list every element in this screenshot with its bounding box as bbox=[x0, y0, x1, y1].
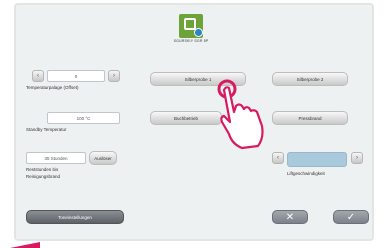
lift-minus-button[interactable]: ‹ bbox=[272, 152, 284, 164]
check-icon: ✓ bbox=[346, 211, 356, 223]
rest-hours-label-2: Reinigungsbrand bbox=[26, 174, 61, 179]
accent-corner bbox=[10, 242, 40, 248]
rest-hours-field[interactable]: 35 Stunden bbox=[26, 152, 86, 164]
standby-field[interactable]: 100 °C bbox=[47, 112, 120, 124]
rest-hours-label-1: Reststunden bis bbox=[26, 167, 59, 172]
reset-button[interactable]: Auslöser bbox=[89, 151, 117, 165]
pressbrand-button[interactable]: Pressbrand bbox=[272, 111, 348, 125]
device-name: SGURSKIY SGR 5P bbox=[173, 39, 209, 43]
device-logo bbox=[179, 14, 203, 38]
offset-minus-button[interactable]: ‹ bbox=[32, 70, 44, 82]
close-icon: ✕ bbox=[285, 211, 295, 223]
chevron-right-icon: › bbox=[113, 73, 115, 79]
buchbetrieb-button[interactable]: Buchbetrieb bbox=[150, 111, 222, 125]
offset-plus-button[interactable]: › bbox=[108, 70, 120, 82]
cancel-button[interactable]: ✕ bbox=[272, 210, 308, 224]
tone-settings-button[interactable]: Toneinstellungen bbox=[26, 210, 124, 224]
status-dot bbox=[194, 28, 203, 37]
chevron-left-icon: ‹ bbox=[37, 73, 39, 79]
standby-label: Standby Temperatur bbox=[26, 127, 67, 132]
silver-probe-2-button[interactable]: Silberprobe 2 bbox=[272, 72, 348, 86]
lift-speed-label: Liftgeschwindigkeit bbox=[287, 171, 325, 176]
lift-plus-button[interactable]: › bbox=[351, 152, 363, 164]
hand-pointer-icon bbox=[217, 79, 264, 150]
offset-field[interactable]: 0 bbox=[47, 70, 105, 82]
lift-speed-slider[interactable] bbox=[287, 152, 347, 167]
device-icon bbox=[184, 18, 196, 30]
chevron-right-icon: › bbox=[356, 155, 358, 161]
chevron-left-icon: ‹ bbox=[277, 155, 279, 161]
confirm-button[interactable]: ✓ bbox=[333, 210, 369, 224]
screen-frame: SGURSKIY SGR 5P ‹ 0 › Temperaturpalage (… bbox=[0, 0, 384, 248]
offset-label: Temperaturpalage (Offset) bbox=[26, 85, 79, 90]
